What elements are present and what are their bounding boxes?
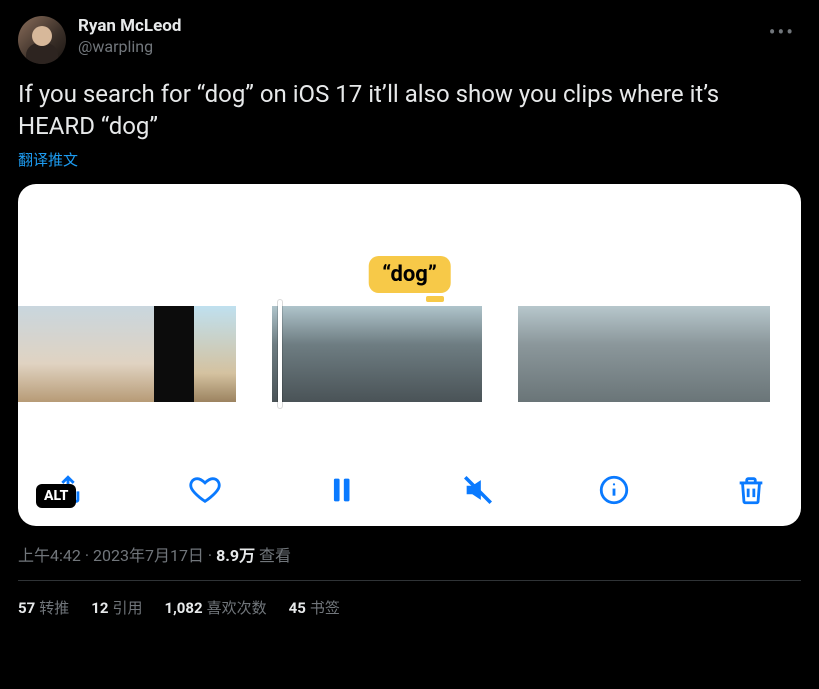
tweet-header: Ryan McLeod @warpling ••• bbox=[18, 16, 801, 64]
thumbnail bbox=[120, 306, 154, 402]
views-count: 8.9万 bbox=[216, 546, 255, 565]
stat-likes[interactable]: 1,082喜欢次数 bbox=[164, 597, 266, 618]
caption-bubble: “dog” bbox=[368, 256, 451, 293]
thumbnail bbox=[86, 306, 120, 402]
stat-retweets[interactable]: 57转推 bbox=[18, 597, 69, 618]
pause-button[interactable] bbox=[319, 468, 363, 512]
tweet-container: Ryan McLeod @warpling ••• If you search … bbox=[0, 0, 819, 630]
delete-button[interactable] bbox=[729, 468, 773, 512]
mute-button[interactable] bbox=[456, 468, 500, 512]
pause-icon bbox=[324, 473, 358, 507]
playhead-marker bbox=[426, 296, 444, 302]
info-button[interactable] bbox=[592, 468, 636, 512]
clip-group-1[interactable] bbox=[18, 306, 236, 402]
stat-bookmarks[interactable]: 45书签 bbox=[289, 597, 340, 618]
clip-group-3[interactable] bbox=[518, 306, 770, 402]
trash-icon bbox=[734, 473, 768, 507]
alt-badge[interactable]: ALT bbox=[36, 484, 76, 508]
display-name: Ryan McLeod bbox=[78, 16, 181, 37]
thumbnail bbox=[560, 306, 602, 402]
tweet-text: If you search for “dog” on iOS 17 it’ll … bbox=[18, 78, 801, 143]
like-button[interactable] bbox=[183, 468, 227, 512]
views-label: 查看 bbox=[255, 546, 291, 565]
heart-icon bbox=[188, 473, 222, 507]
speaker-muted-icon bbox=[461, 473, 495, 507]
thumbnail bbox=[728, 306, 770, 402]
thumbnail bbox=[440, 306, 482, 402]
tweet-stats: 57转推 12引用 1,082喜欢次数 45书签 bbox=[18, 581, 801, 630]
thumbnail bbox=[154, 306, 194, 402]
clip-group-2[interactable] bbox=[272, 306, 482, 402]
thumbnail bbox=[518, 306, 560, 402]
translate-link[interactable]: 翻译推文 bbox=[18, 149, 801, 170]
thumbnail bbox=[314, 306, 356, 402]
media-toolbar bbox=[18, 468, 801, 512]
meta-time[interactable]: 上午4:42 bbox=[18, 546, 81, 565]
thumbnail bbox=[398, 306, 440, 402]
handle: @warpling bbox=[78, 37, 181, 57]
stat-quotes[interactable]: 12引用 bbox=[91, 597, 142, 618]
author-names[interactable]: Ryan McLeod @warpling bbox=[78, 16, 181, 57]
thumbnail bbox=[686, 306, 728, 402]
video-timeline[interactable] bbox=[18, 306, 801, 402]
thumbnail bbox=[272, 306, 314, 402]
info-icon bbox=[597, 473, 631, 507]
tweet-meta: 上午4:42 · 2023年7月17日 · 8.9万 查看 bbox=[18, 542, 801, 566]
thumbnail bbox=[194, 306, 236, 402]
media-card[interactable]: “dog” bbox=[18, 184, 801, 526]
thumbnail bbox=[644, 306, 686, 402]
thumbnail bbox=[356, 306, 398, 402]
meta-date[interactable]: 2023年7月17日 bbox=[93, 546, 204, 565]
more-menu-button[interactable]: ••• bbox=[763, 16, 801, 48]
thumbnail bbox=[52, 306, 86, 402]
thumbnail bbox=[18, 306, 52, 402]
thumbnail bbox=[602, 306, 644, 402]
avatar[interactable] bbox=[18, 16, 66, 64]
